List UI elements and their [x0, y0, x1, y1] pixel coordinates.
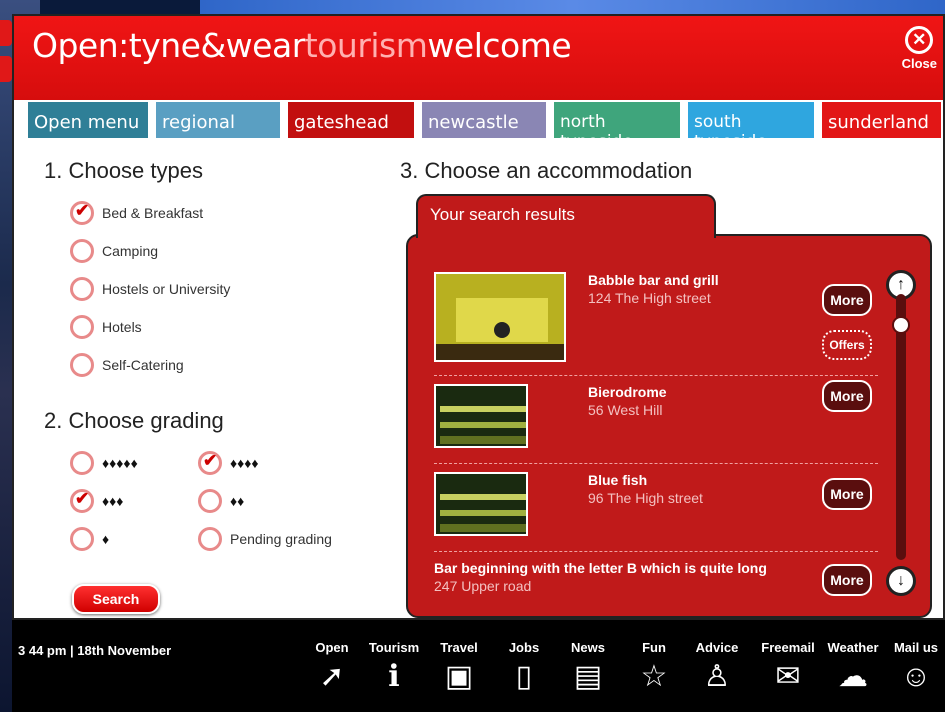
tab-north-tyneside[interactable]: north tyneside — [552, 100, 682, 152]
tourism-window: Open:tyne&weartourismwelcome ✕ Close Ope… — [12, 14, 945, 620]
result-item[interactable]: Bierodrome 56 West Hill More — [434, 376, 878, 464]
tab-gateshead[interactable]: gateshead — [286, 100, 416, 138]
more-button[interactable]: More — [822, 478, 872, 510]
tab-open-menu[interactable]: Open menu — [26, 100, 150, 138]
grading-option[interactable]: ♦♦♦♦ — [198, 451, 259, 475]
footer-bar: 3 44 pm | 18th November Open ➚ Tourism ℹ T… — [12, 620, 945, 712]
type-option[interactable]: Self-Catering — [70, 353, 184, 377]
more-button[interactable]: More — [822, 284, 872, 316]
result-thumbnail — [434, 272, 566, 362]
tab-newcastle[interactable]: newcastle — [420, 100, 548, 138]
open-icon: ➚ — [319, 660, 345, 693]
result-item[interactable]: Babble bar and grill 124 The High street… — [434, 258, 878, 376]
radio[interactable] — [70, 451, 94, 475]
more-button[interactable]: More — [822, 380, 872, 412]
radio[interactable] — [70, 315, 94, 339]
choose-grading-heading: 2. Choose grading — [44, 408, 224, 433]
desktop-background-top — [200, 0, 945, 14]
type-option[interactable]: Hotels — [70, 315, 142, 339]
site-logo: Open:tyne&weartourismwelcome — [32, 26, 572, 65]
door-icon: ▯ — [515, 660, 533, 693]
result-thumbnail — [434, 472, 528, 536]
result-item[interactable]: Blue fish 96 The High street More — [434, 464, 878, 552]
close-icon: ✕ — [905, 26, 934, 54]
nav-advice[interactable]: Advice ♙ — [692, 640, 742, 697]
stars-icon: ☆ — [640, 660, 668, 693]
scroll-down-button[interactable]: ↓ — [886, 566, 916, 596]
weather-icon: ☁ — [838, 660, 868, 693]
nav-jobs[interactable]: Jobs ▯ — [502, 640, 546, 697]
bus-icon: ▣ — [444, 660, 474, 693]
region-tabs: Open menu regional gateshead newcastle n… — [26, 100, 945, 152]
radio[interactable] — [198, 489, 222, 513]
nav-mail-us[interactable]: Mail us ☺ — [890, 640, 942, 697]
radio[interactable] — [70, 527, 94, 551]
nav-open[interactable]: Open ➚ — [312, 640, 352, 697]
offers-button[interactable]: Offers — [822, 330, 872, 360]
tab-sunderland[interactable]: sunderland — [820, 100, 943, 138]
nav-freemail[interactable]: Freemail ✉ — [758, 640, 818, 697]
arrow-down-icon: ↓ — [897, 572, 905, 589]
nav-weather[interactable]: Weather ☁ — [822, 640, 884, 697]
envelope-icon: ✉ — [775, 660, 801, 693]
radio[interactable] — [70, 353, 94, 377]
choose-accommodation-heading: 3. Choose an accommodation — [400, 158, 693, 183]
type-option[interactable]: Camping — [70, 239, 158, 263]
mail-us-icon: ☺ — [900, 660, 932, 693]
grading-option[interactable]: ♦♦♦♦♦ — [70, 451, 138, 475]
radio[interactable] — [70, 239, 94, 263]
desktop-side-button[interactable] — [0, 20, 12, 46]
info-icon: ℹ — [388, 660, 400, 693]
radio-checked[interactable] — [198, 451, 222, 475]
datetime: 3 44 pm | 18th November — [18, 643, 172, 658]
tab-regional[interactable]: regional — [154, 100, 282, 138]
desktop-side-button[interactable] — [0, 56, 12, 82]
grading-option[interactable]: ♦♦♦ — [70, 489, 123, 513]
grading-option[interactable]: ♦♦ — [198, 489, 244, 513]
type-option[interactable]: Hostels or University — [70, 277, 230, 301]
newspaper-icon: ▤ — [573, 660, 603, 693]
grading-option[interactable]: Pending grading — [198, 527, 332, 551]
nav-travel[interactable]: Travel ▣ — [434, 640, 484, 697]
nav-tourism[interactable]: Tourism ℹ — [366, 640, 422, 697]
nav-fun[interactable]: Fun ☆ — [632, 640, 676, 697]
nav-news[interactable]: News ▤ — [566, 640, 610, 697]
choose-types-heading: 1. Choose types — [44, 158, 203, 183]
radio[interactable] — [70, 277, 94, 301]
search-button[interactable]: Search — [72, 584, 160, 614]
tab-south-tyneside[interactable]: south tyneside — [686, 100, 816, 152]
more-button[interactable]: More — [822, 564, 872, 596]
result-item[interactable]: Bar beginning with the letter B which is… — [434, 552, 878, 612]
search-results-panel: Babble bar and grill 124 The High street… — [406, 234, 932, 618]
result-thumbnail — [434, 384, 528, 448]
close-button[interactable]: ✕ Close — [902, 26, 937, 71]
scroll-thumb[interactable] — [892, 316, 910, 334]
arrow-up-icon: ↑ — [897, 276, 905, 293]
grading-option[interactable]: ♦ — [70, 527, 109, 551]
radio-checked[interactable] — [70, 201, 94, 225]
results-tab: Your search results — [416, 194, 716, 238]
close-label: Close — [901, 56, 937, 71]
header-bar: Open:tyne&weartourismwelcome ✕ Close — [14, 16, 943, 100]
radio-checked[interactable] — [70, 489, 94, 513]
radio[interactable] — [198, 527, 222, 551]
people-icon: ♙ — [703, 660, 731, 693]
type-option[interactable]: Bed & Breakfast — [70, 201, 203, 225]
